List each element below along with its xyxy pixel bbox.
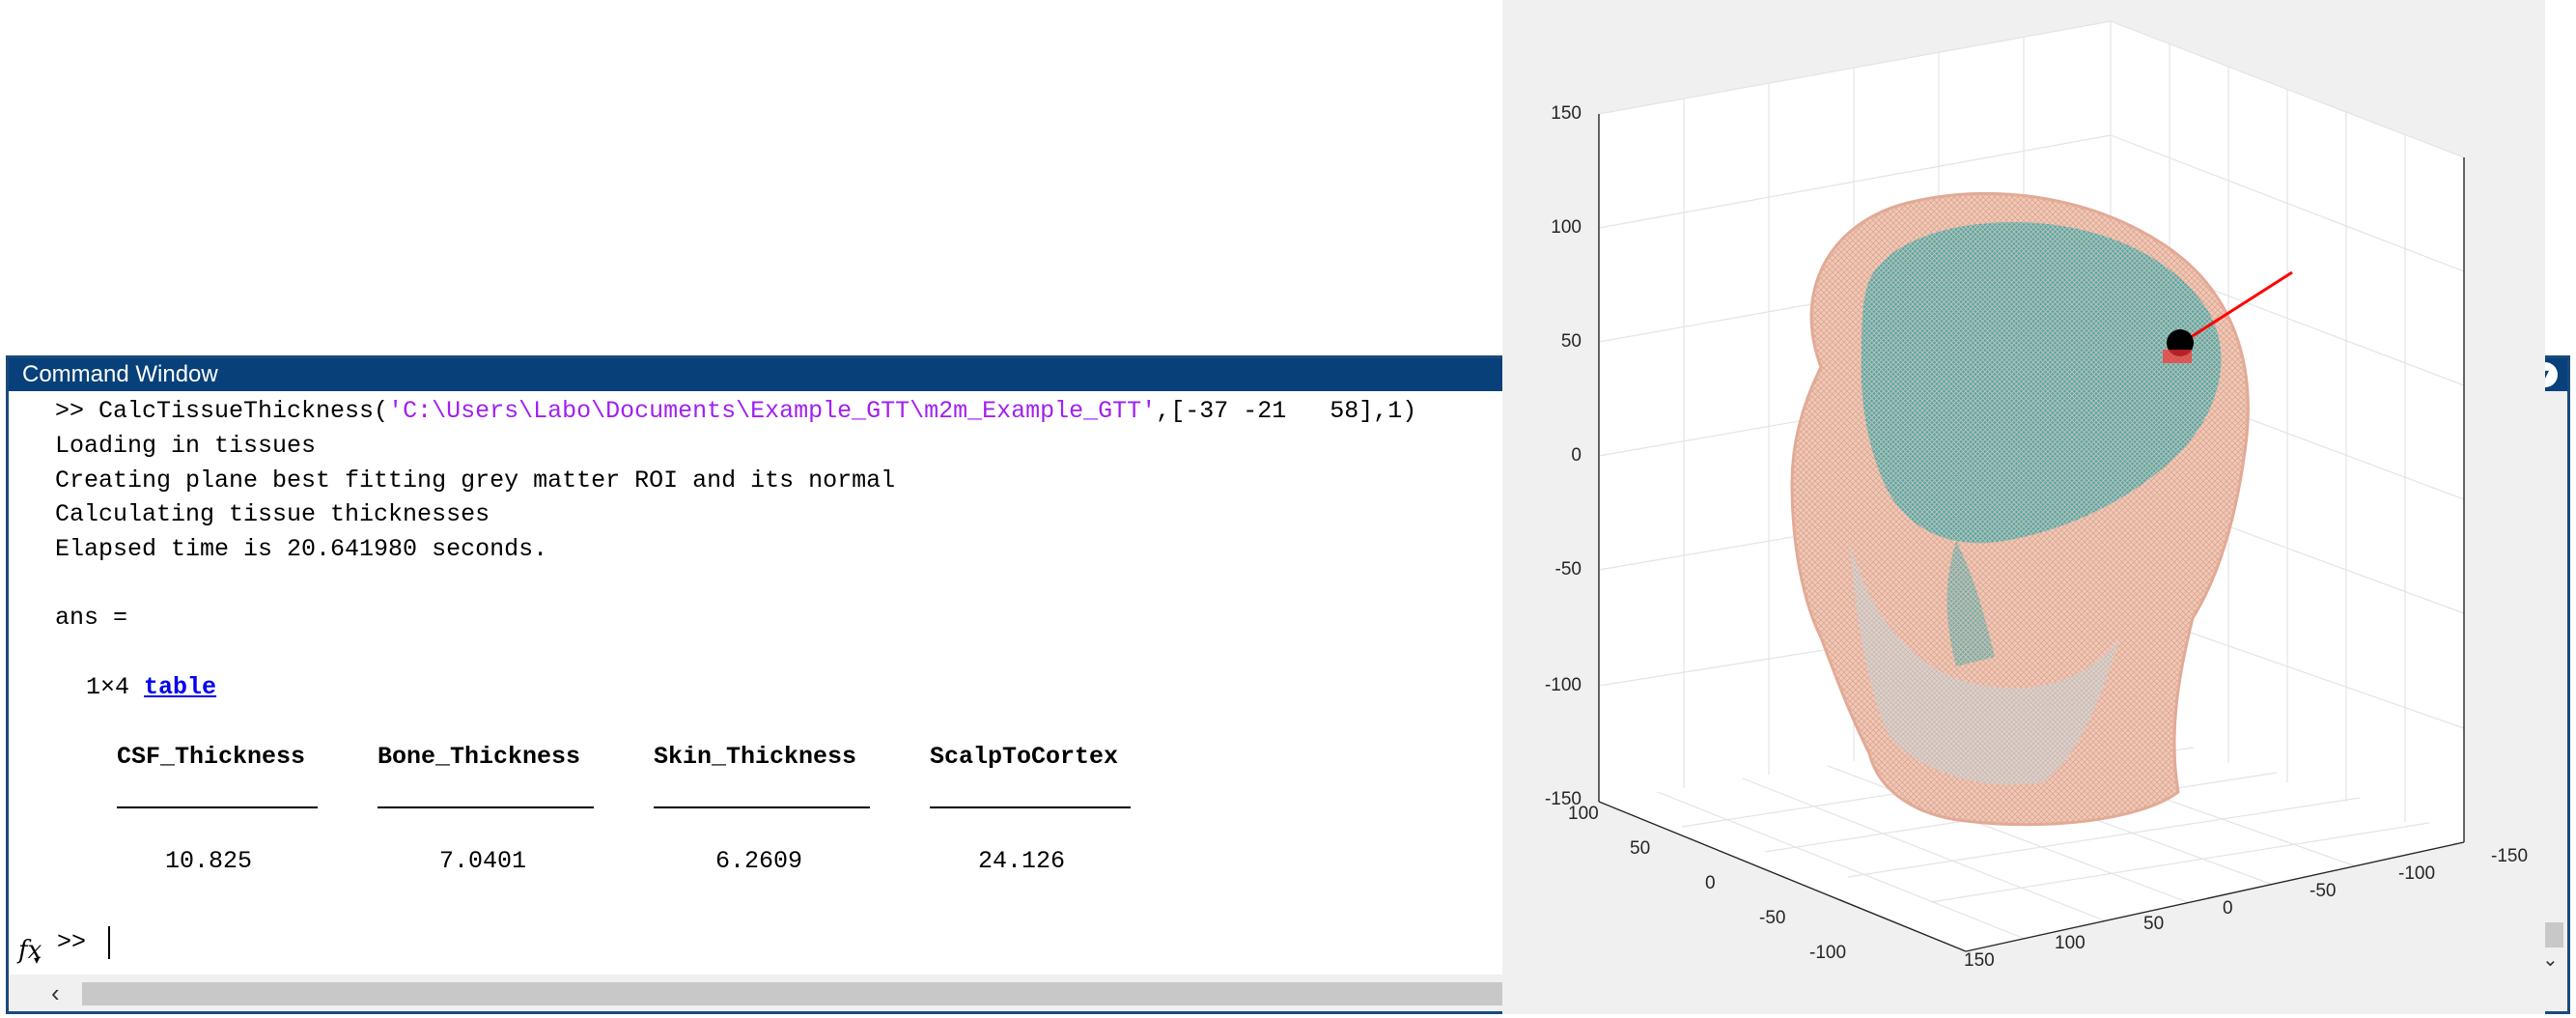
table-cell: 7.0401	[439, 847, 527, 875]
figure-3d-plot[interactable]: 150 100 50 0 -50 -100 -150 100 50 0 -50 …	[1502, 0, 2545, 1014]
table-link[interactable]: table	[144, 673, 216, 701]
table-divider	[378, 806, 594, 808]
y-tick: 100	[1568, 804, 1599, 824]
table-cell: 10.825	[165, 847, 253, 875]
output-line: Loading in tissues	[55, 432, 317, 460]
output-line: Creating plane best fitting grey matter …	[55, 467, 896, 495]
y-tick: 0	[1705, 873, 1716, 893]
x-tick: -150	[2491, 846, 2528, 866]
ans-label: ans =	[55, 604, 128, 632]
table-cell: 24.126	[978, 847, 1066, 875]
table-size: 1×4	[86, 673, 130, 701]
table-cell: 6.2609	[715, 847, 803, 875]
y-tick: 50	[1630, 838, 1650, 859]
z-tick: 100	[1551, 217, 1582, 238]
z-tick: -50	[1555, 559, 1582, 580]
command-prefix: >> CalcTissueThickness(	[55, 397, 389, 425]
output-line: Elapsed time is 20.641980 seconds.	[55, 535, 548, 563]
table-header: CSF_Thickness	[117, 743, 306, 771]
z-axis-ticks: 150 100 50 0 -50 -100 -150	[1545, 103, 1582, 809]
y-tick: -50	[1759, 908, 1785, 928]
table-summary: 1×4 table	[86, 673, 216, 701]
text-cursor	[108, 926, 110, 959]
fx-dropdown-icon: ▾	[34, 953, 41, 967]
command-line: >> CalcTissueThickness('C:\Users\Labo\Do…	[55, 397, 1416, 425]
command-window-title: Command Window	[22, 361, 218, 387]
z-tick: 0	[1571, 445, 1582, 466]
command-prompt[interactable]: >>	[57, 928, 86, 956]
output-line: Calculating tissue thicknesses	[55, 500, 490, 528]
table-header: ScalpToCortex	[930, 743, 1119, 771]
table-header: Skin_Thickness	[654, 743, 857, 771]
scroll-left-icon[interactable]: ‹	[51, 978, 60, 1008]
x-tick: 150	[1964, 950, 1995, 971]
table-divider	[654, 806, 870, 808]
x-tick: 50	[2143, 914, 2164, 934]
x-tick: -100	[2398, 863, 2435, 884]
plot-canvas: 150 100 50 0 -50 -100 -150 100 50 0 -50 …	[1545, 20, 2528, 971]
table-header: Bone_Thickness	[378, 743, 581, 771]
z-tick: -100	[1545, 675, 1582, 695]
x-tick: 0	[2223, 898, 2233, 919]
x-tick: -50	[2310, 881, 2336, 901]
command-path-string: 'C:\Users\Labo\Documents\Example_GTT\m2m…	[388, 397, 1157, 425]
z-tick: 150	[1551, 103, 1582, 124]
z-tick: 50	[1561, 331, 1582, 352]
table-divider	[930, 806, 1131, 808]
command-suffix: ,[-37 -21 58],1)	[1156, 397, 1417, 425]
table-divider	[117, 806, 318, 808]
y-tick: -100	[1809, 943, 1846, 963]
x-tick: 100	[2055, 933, 2086, 953]
scroll-thumb[interactable]	[82, 982, 1550, 1005]
